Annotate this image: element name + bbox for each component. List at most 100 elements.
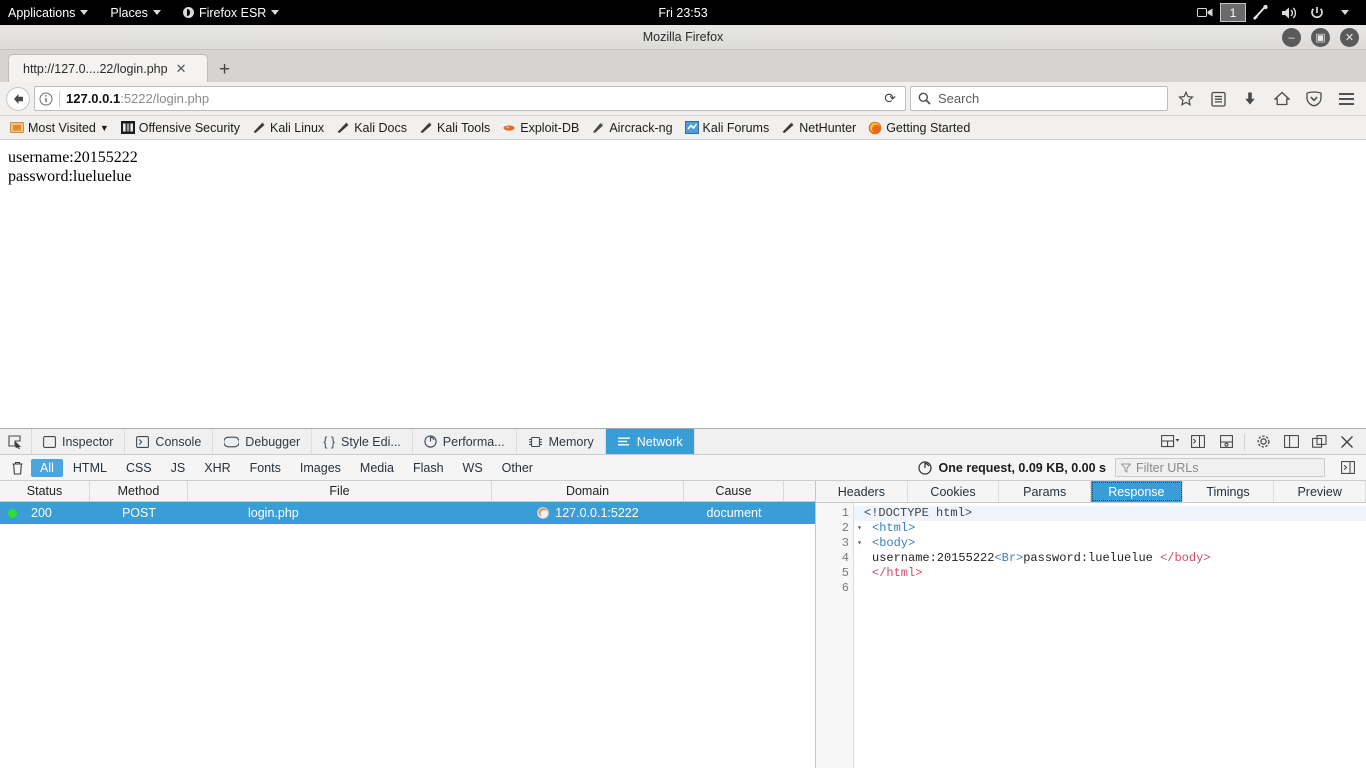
- maximize-button[interactable]: ▣: [1311, 28, 1330, 47]
- bookmark-label: Kali Linux: [269, 120, 325, 135]
- bookmark-getting-started[interactable]: Getting Started: [862, 119, 976, 137]
- close-tab-icon[interactable]: ✕: [176, 62, 187, 75]
- reload-icon[interactable]: ⟳: [879, 90, 901, 107]
- new-tab-button[interactable]: +: [208, 60, 241, 79]
- toggle-detail-pane-icon[interactable]: [1334, 455, 1362, 481]
- network-icon[interactable]: [1248, 0, 1274, 25]
- firefox-label: Firefox ESR: [198, 5, 267, 20]
- minimize-button[interactable]: –: [1282, 28, 1301, 47]
- system-menu-caret-icon[interactable]: [1332, 0, 1358, 25]
- response-body: 1 2 ▾ 3 ▾ 4 5 6 <!DOCTYPE html> <html> <body> user…: [816, 503, 1366, 768]
- separate-window-icon[interactable]: [1305, 429, 1333, 455]
- home-icon[interactable]: [1268, 86, 1296, 112]
- menu-icon[interactable]: [1332, 86, 1360, 112]
- desktop-top-panel: Applications Places Firefox ESR Fri 23:5…: [0, 0, 1366, 25]
- tab-title: http://127.0....22/login.php: [23, 61, 168, 76]
- response-source[interactable]: <!DOCTYPE html> <html> <body> username:2015…: [854, 503, 1366, 768]
- bookmark-nethunter[interactable]: NetHunter: [775, 119, 862, 137]
- filter-other[interactable]: Other: [493, 459, 542, 477]
- fold-triangle-icon[interactable]: ▾: [857, 536, 862, 551]
- column-header-method[interactable]: Method: [90, 481, 188, 501]
- filter-urls-input[interactable]: Filter URLs: [1115, 458, 1325, 477]
- dock-side-icon[interactable]: [1277, 429, 1305, 455]
- bookmark-kali-forums[interactable]: Kali Forums: [679, 119, 776, 137]
- element-picker-icon[interactable]: [0, 429, 32, 454]
- filter-images[interactable]: Images: [291, 459, 350, 477]
- firefox-icon: [182, 7, 194, 18]
- filter-flash[interactable]: Flash: [404, 459, 453, 477]
- detail-tab-preview[interactable]: Preview: [1274, 481, 1366, 502]
- filter-js[interactable]: JS: [162, 459, 195, 477]
- search-placeholder: Search: [938, 91, 980, 106]
- performance-icon: [424, 435, 437, 448]
- bookmark-offensive-security[interactable]: Offensive Security: [115, 119, 246, 137]
- debugger-icon: [224, 436, 240, 447]
- tab-network[interactable]: Network: [605, 429, 695, 454]
- firefox-window-menu[interactable]: Firefox ESR: [172, 0, 290, 25]
- bookmark-kali-linux[interactable]: Kali Linux: [246, 119, 330, 137]
- workspace-indicator[interactable]: 1: [1220, 3, 1246, 22]
- tab-label: Style Edi...: [341, 434, 401, 449]
- power-icon[interactable]: [1304, 0, 1330, 25]
- detail-tab-cookies[interactable]: Cookies: [908, 481, 1000, 502]
- source-line: </html>: [872, 566, 923, 580]
- filter-media[interactable]: Media: [351, 459, 403, 477]
- star-icon[interactable]: [1172, 86, 1200, 112]
- bookmark-exploit-db[interactable]: Exploit-DB: [496, 119, 585, 137]
- column-header-domain[interactable]: Domain: [492, 481, 684, 501]
- bookmark-kali-tools[interactable]: Kali Tools: [413, 119, 496, 137]
- tab-memory[interactable]: Memory: [517, 429, 606, 454]
- clear-requests-icon[interactable]: [4, 461, 30, 475]
- library-icon[interactable]: [1204, 86, 1232, 112]
- detail-tab-headers[interactable]: Headers: [816, 481, 908, 502]
- bookmark-kali-docs[interactable]: Kali Docs: [330, 119, 413, 137]
- detail-tab-params[interactable]: Params: [999, 481, 1092, 502]
- network-table-header: Status Method File Domain Cause: [0, 481, 815, 502]
- search-bar[interactable]: Search: [910, 86, 1168, 111]
- column-header-status[interactable]: Status: [0, 481, 90, 501]
- bookmark-most-visited[interactable]: Most Visited ▼: [4, 119, 115, 137]
- screenshot-icon[interactable]: [1212, 429, 1240, 455]
- inspector-icon: [43, 435, 56, 448]
- back-button[interactable]: [6, 86, 30, 111]
- column-header-cause[interactable]: Cause: [684, 481, 784, 501]
- bookmark-aircrack-ng[interactable]: Aircrack-ng: [585, 119, 678, 137]
- filter-fonts[interactable]: Fonts: [241, 459, 290, 477]
- tab-label: Inspector: [62, 434, 114, 449]
- summary-text: One request, 0.09 KB, 0.00 s: [938, 460, 1106, 475]
- url-bar[interactable]: 127.0.0.1:5222/login.php ⟳: [34, 86, 906, 111]
- table-row[interactable]: 200 POST login.php 127.0.0.1:5222 docume…: [0, 502, 815, 524]
- filter-all[interactable]: All: [31, 458, 63, 477]
- detail-tab-timings[interactable]: Timings: [1183, 481, 1275, 502]
- filter-ws[interactable]: WS: [454, 459, 492, 477]
- filter-xhr[interactable]: XHR: [195, 459, 239, 477]
- dragon-icon: [336, 121, 350, 135]
- window-title: Mozilla Firefox: [642, 30, 724, 44]
- downloads-icon[interactable]: [1236, 86, 1264, 112]
- filter-css[interactable]: CSS: [117, 459, 161, 477]
- url-host: 127.0.0.1: [66, 91, 121, 106]
- filter-html[interactable]: HTML: [64, 459, 116, 477]
- pocket-icon[interactable]: [1300, 86, 1328, 112]
- close-devtools-icon[interactable]: [1333, 429, 1361, 455]
- responsive-mode-icon[interactable]: [1156, 429, 1184, 455]
- applications-menu[interactable]: Applications: [0, 0, 99, 25]
- gear-icon[interactable]: [1249, 429, 1277, 455]
- screencast-icon[interactable]: [1192, 0, 1218, 25]
- tab-performance[interactable]: Performa...: [413, 429, 517, 454]
- split-console-icon[interactable]: [1184, 429, 1212, 455]
- tab-style-editor[interactable]: { } Style Edi...: [312, 429, 413, 454]
- tab-inspector[interactable]: Inspector: [32, 429, 126, 454]
- page-info-icon[interactable]: [39, 92, 53, 106]
- detail-tab-response[interactable]: Response: [1091, 481, 1183, 502]
- places-menu[interactable]: Places: [99, 0, 172, 25]
- fold-triangle-icon[interactable]: ▾: [857, 521, 862, 536]
- source-line: <html>: [872, 521, 916, 535]
- tab-debugger[interactable]: Debugger: [213, 429, 313, 454]
- browser-tab[interactable]: http://127.0....22/login.php ✕: [8, 54, 208, 82]
- tab-console[interactable]: Console: [125, 429, 214, 454]
- close-button[interactable]: ✕: [1340, 28, 1359, 47]
- bookmark-label: Kali Forums: [702, 120, 770, 135]
- column-header-file[interactable]: File: [188, 481, 492, 501]
- volume-icon[interactable]: [1276, 0, 1302, 25]
